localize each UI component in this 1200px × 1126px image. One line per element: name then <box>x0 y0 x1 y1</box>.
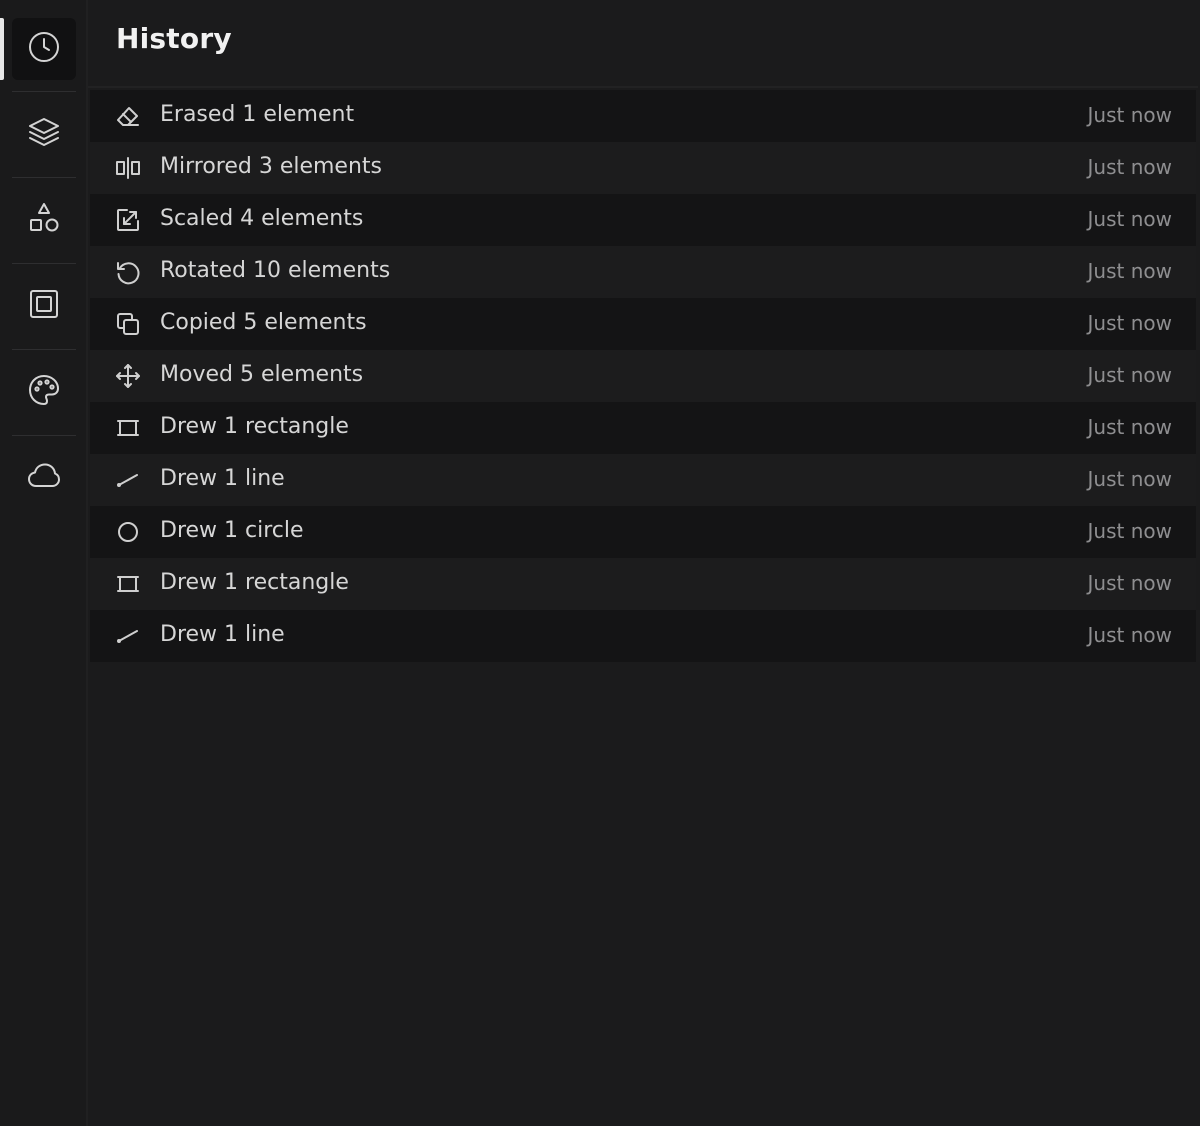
history-item-time: Just now <box>1087 415 1172 439</box>
history-item-time: Just now <box>1087 519 1172 543</box>
history-item-label: Drew 1 line <box>160 466 285 491</box>
history-item-time: Just now <box>1087 155 1172 179</box>
layers-icon <box>26 114 62 154</box>
active-indicator <box>0 18 4 80</box>
history-item-label: Drew 1 circle <box>160 518 304 543</box>
sidebar-item-cloud[interactable] <box>12 447 76 509</box>
history-item[interactable]: Scaled 4 elements Just now <box>90 194 1196 246</box>
sidebar-item-layers[interactable] <box>12 103 76 165</box>
history-item-time: Just now <box>1087 207 1172 231</box>
history-item[interactable]: Drew 1 rectangle Just now <box>90 558 1196 610</box>
rotate-icon <box>115 259 141 285</box>
line-icon <box>115 467 141 493</box>
frame-icon <box>26 286 62 326</box>
history-item[interactable]: Drew 1 circle Just now <box>90 506 1196 558</box>
history-item[interactable]: Rotated 10 elements Just now <box>90 246 1196 298</box>
sidebar-divider <box>12 91 76 92</box>
rectangle-icon <box>115 415 141 441</box>
rectangle-icon <box>115 571 141 597</box>
history-item-label: Drew 1 rectangle <box>160 570 349 595</box>
history-item[interactable]: Moved 5 elements Just now <box>90 350 1196 402</box>
sidebar-item-palette[interactable] <box>12 361 76 423</box>
history-item[interactable]: Mirrored 3 elements Just now <box>90 142 1196 194</box>
history-item-time: Just now <box>1087 363 1172 387</box>
history-panel: History Erased 1 element Just now Mirror… <box>88 0 1200 1126</box>
circle-icon <box>115 519 141 545</box>
history-item-time: Just now <box>1087 623 1172 647</box>
sidebar-item-frame[interactable] <box>12 275 76 337</box>
sidebar <box>0 0 88 1126</box>
history-item[interactable]: Erased 1 element Just now <box>90 90 1196 142</box>
history-item-time: Just now <box>1087 103 1172 127</box>
history-item-time: Just now <box>1087 311 1172 335</box>
history-item-label: Erased 1 element <box>160 102 355 127</box>
sidebar-divider <box>12 263 76 264</box>
history-item-label: Moved 5 elements <box>160 362 364 387</box>
history-item[interactable]: Drew 1 line Just now <box>90 610 1196 662</box>
mirror-icon <box>115 155 141 181</box>
panel-header: History <box>88 0 1198 88</box>
history-item[interactable]: Drew 1 rectangle Just now <box>90 402 1196 454</box>
history-item-time: Just now <box>1087 259 1172 283</box>
sidebar-item-history[interactable] <box>12 18 76 80</box>
history-item-time: Just now <box>1087 571 1172 595</box>
history-item-label: Drew 1 rectangle <box>160 414 349 439</box>
copy-icon <box>115 311 141 337</box>
history-item-time: Just now <box>1087 467 1172 491</box>
history-item[interactable]: Drew 1 line Just now <box>90 454 1196 506</box>
move-icon <box>115 363 141 389</box>
sidebar-divider <box>12 435 76 436</box>
history-item-label: Copied 5 elements <box>160 310 367 335</box>
page-title: History <box>116 22 232 55</box>
cloud-icon <box>26 458 62 498</box>
line-icon <box>115 623 141 649</box>
app-window: History Erased 1 element Just now Mirror… <box>0 0 1200 1126</box>
palette-icon <box>26 372 62 412</box>
scale-icon <box>115 207 141 233</box>
clock-icon <box>26 29 62 69</box>
eraser-icon <box>115 103 141 129</box>
history-item-label: Drew 1 line <box>160 622 285 647</box>
shapes-icon <box>26 200 62 240</box>
history-list: Erased 1 element Just now Mirrored 3 ele… <box>90 90 1196 662</box>
history-item[interactable]: Copied 5 elements Just now <box>90 298 1196 350</box>
history-item-label: Mirrored 3 elements <box>160 154 382 179</box>
sidebar-divider <box>12 349 76 350</box>
history-item-label: Rotated 10 elements <box>160 258 391 283</box>
history-item-label: Scaled 4 elements <box>160 206 364 231</box>
sidebar-divider <box>12 177 76 178</box>
sidebar-item-shapes[interactable] <box>12 189 76 251</box>
